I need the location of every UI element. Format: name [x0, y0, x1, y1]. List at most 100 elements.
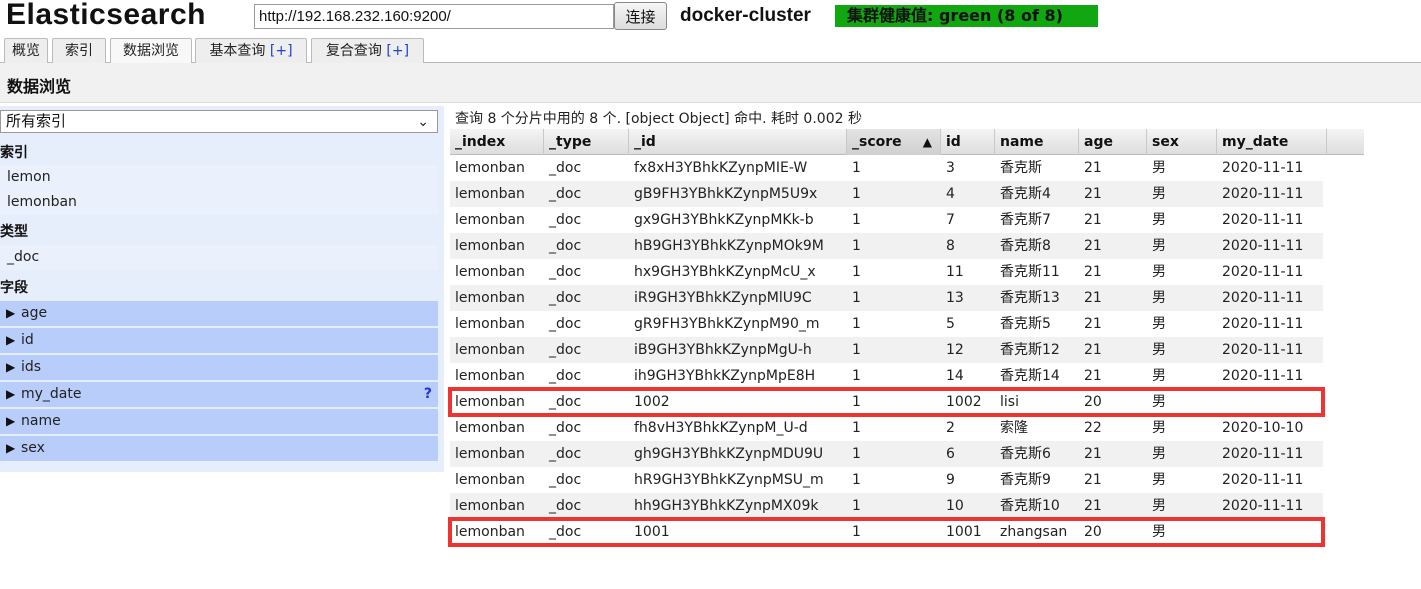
field-item-sex[interactable]: ▶ sex — [0, 436, 438, 461]
cell-age: 21 — [1084, 290, 1102, 306]
tab-label: 数据浏览 — [123, 43, 179, 59]
cell-type: _doc — [549, 420, 582, 436]
cell-doc-id: fh8vH3YBhkKZynpM_U-d — [634, 420, 808, 436]
cluster-url-input[interactable] — [254, 4, 614, 29]
cell-index: lemonban — [455, 186, 525, 202]
cell-doc-id: gx9GH3YBhkKZynpMKk-b — [634, 212, 814, 228]
cell-my-date — [1217, 389, 1222, 415]
table-row[interactable]: lemonban _doc iR9GH3YBhkKZynpMlU9C 1 13 香克斯13… — [450, 285, 1323, 311]
connect-button[interactable]: 连接 — [614, 2, 667, 30]
field-item-id[interactable]: ▶ id — [0, 328, 438, 353]
column-header-name[interactable]: name — [995, 129, 1079, 155]
cell-name: 香克斯10 — [1000, 498, 1060, 514]
column-header-label: _score — [852, 134, 902, 150]
column-header-age[interactable]: age — [1079, 129, 1147, 155]
tab-label: 概览 — [12, 43, 40, 59]
table-row[interactable]: lemonban _doc hB9GH3YBhkKZynpMOk9M 1 8 香克斯8 21… — [450, 233, 1323, 259]
cell-age: 22 — [1084, 420, 1102, 436]
cell-score: 1 — [852, 238, 861, 254]
cell-index: lemonban — [455, 394, 525, 410]
tab-plus-toggle[interactable]: [+] — [270, 43, 293, 59]
cell-my-date: 2020-11-11 — [1222, 290, 1304, 306]
table-row[interactable]: lemonban _doc gx9GH3YBhkKZynpMKk-b 1 7 香克斯7 21… — [450, 207, 1323, 233]
cell-name: 索隆 — [1000, 420, 1028, 436]
cell-type: _doc — [549, 498, 582, 514]
cell-doc-id: 1001 — [634, 524, 670, 540]
cell-doc-id: hR9GH3YBhkKZynpMSU_m — [634, 472, 824, 488]
cell-id: 11 — [946, 264, 964, 280]
cell-id: 1001 — [946, 524, 982, 540]
tab-data-browser[interactable]: 数据浏览 — [110, 38, 192, 64]
column-header-type[interactable]: _type — [544, 129, 629, 155]
tab-plus-toggle[interactable]: [+] — [386, 43, 409, 59]
sidebar-item-type[interactable]: _doc — [0, 245, 438, 270]
cell-type: _doc — [549, 186, 582, 202]
table-row[interactable]: lemonban _doc hh9GH3YBhkKZynpMX09k 1 10 香克斯10… — [450, 493, 1323, 519]
cell-my-date: 2020-11-11 — [1222, 446, 1304, 462]
cell-age: 21 — [1084, 316, 1102, 332]
cell-my-date: 2020-11-11 — [1222, 264, 1304, 280]
cell-doc-id: fx8xH3YBhkKZynpMIE-W — [634, 160, 808, 176]
field-item-my-date[interactable]: ▶ my_date ? — [0, 382, 438, 407]
table-row[interactable]: lemonban _doc ih9GH3YBhkKZynpMpE8H 1 14 香克斯14… — [450, 363, 1323, 389]
table-row[interactable]: lemonban _doc hx9GH3YBhkKZynpMcU_x 1 11 香克斯11… — [450, 259, 1323, 285]
cell-score: 1 — [852, 394, 861, 410]
cell-name: 香克斯 — [1000, 160, 1042, 176]
column-header-sex[interactable]: sex — [1147, 129, 1217, 155]
cell-doc-id: gR9FH3YBhkKZynpM90_m — [634, 316, 820, 332]
cell-sex: 男 — [1152, 316, 1166, 332]
cell-age: 21 — [1084, 186, 1102, 202]
tab-indices[interactable]: 索引 — [52, 38, 106, 63]
table-row[interactable]: lemonban _doc fx8xH3YBhkKZynpMIE-W 1 3 香克斯 21 男… — [450, 155, 1323, 181]
cell-my-date: 2020-11-11 — [1222, 342, 1304, 358]
cell-name: 香克斯9 — [1000, 472, 1051, 488]
table-row[interactable]: lemonban _doc gh9GH3YBhkKZynpMDU9U 1 6 香克斯6 21… — [450, 441, 1323, 467]
tab-overview[interactable]: 概览 — [4, 38, 48, 63]
expand-triangle-icon: ▶ — [6, 360, 16, 374]
expand-triangle-icon: ▶ — [6, 387, 16, 401]
cell-age: 21 — [1084, 498, 1102, 514]
expand-triangle-icon: ▶ — [6, 333, 16, 347]
field-label: ids — [21, 359, 42, 375]
expand-triangle-icon: ▶ — [6, 441, 16, 455]
table-row[interactable]: lemonban _doc 1001 1 1001 zhangsan 20 男 — [448, 517, 1325, 547]
cell-sex: 男 — [1152, 212, 1166, 228]
table-row[interactable]: lemonban _doc 1002 1 1002 lisi 20 男 — [448, 387, 1325, 417]
column-header-my-date[interactable]: my_date — [1217, 129, 1327, 155]
tab-basic-query[interactable]: 基本查询 [+] — [195, 38, 307, 63]
cell-index: lemonban — [455, 290, 525, 306]
cell-age: 21 — [1084, 368, 1102, 384]
cell-index: lemonban — [455, 212, 525, 228]
cell-sex: 男 — [1152, 238, 1166, 254]
cell-doc-id: ih9GH3YBhkKZynpMpE8H — [634, 368, 816, 384]
column-header-index[interactable]: _index — [450, 129, 544, 155]
cell-sex: 男 — [1152, 290, 1166, 306]
app-title: Elasticsearch — [6, 0, 206, 31]
cell-index: lemonban — [455, 498, 525, 514]
sidebar-item-index[interactable]: lemon — [0, 165, 438, 190]
field-item-age[interactable]: ▶ age — [0, 301, 438, 326]
column-header-doc-id[interactable]: _id — [629, 129, 847, 155]
help-icon[interactable]: ? — [424, 382, 432, 407]
table-row[interactable]: lemonban _doc gR9FH3YBhkKZynpM90_m 1 5 香克斯5 21… — [450, 311, 1323, 337]
column-header-score[interactable]: _score ▲ — [847, 129, 941, 155]
table-row[interactable]: lemonban _doc hR9GH3YBhkKZynpMSU_m 1 9 香克斯9 21… — [450, 467, 1323, 493]
table-row[interactable]: lemonban _doc fh8vH3YBhkKZynpM_U-d 1 2 索隆 22 男 2… — [450, 415, 1323, 441]
cell-type: _doc — [549, 264, 582, 280]
index-select[interactable]: 所有索引 ⌄ — [0, 110, 438, 133]
cell-type: _doc — [549, 342, 582, 358]
cell-index: lemonban — [455, 160, 525, 176]
field-item-ids[interactable]: ▶ ids — [0, 355, 438, 380]
column-header-id[interactable]: id — [941, 129, 995, 155]
cell-index: lemonban — [455, 524, 525, 540]
table-row[interactable]: lemonban _doc iB9GH3YBhkKZynpMgU-h 1 12 香克斯12… — [450, 337, 1323, 363]
tab-compound-query[interactable]: 复合查询 [+] — [311, 38, 424, 63]
chevron-down-icon: ⌄ — [417, 114, 429, 130]
cell-my-date: 2020-11-11 — [1222, 160, 1304, 176]
table-row[interactable]: lemonban _doc gB9FH3YBhkKZynpM5U9x 1 4 香克斯4 21… — [450, 181, 1323, 207]
cell-my-date: 2020-11-11 — [1222, 472, 1304, 488]
cell-id: 7 — [946, 212, 955, 228]
cell-score: 1 — [852, 498, 861, 514]
field-item-name[interactable]: ▶ name — [0, 409, 438, 434]
sidebar-item-index[interactable]: lemonban — [0, 190, 438, 215]
